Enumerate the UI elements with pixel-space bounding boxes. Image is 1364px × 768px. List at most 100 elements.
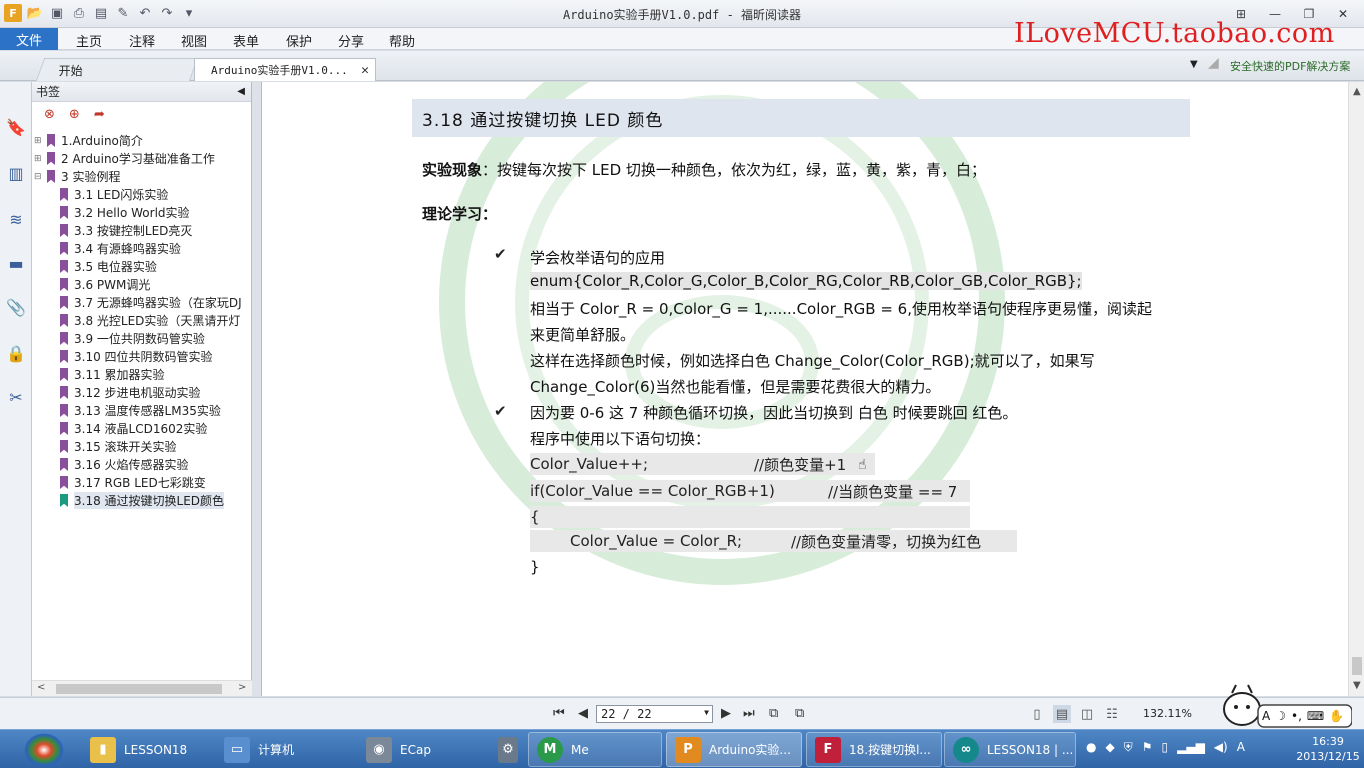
bookmark-item[interactable]: 3.9 一位共阴数码管实验 <box>60 330 250 347</box>
menu-view[interactable]: 视图 <box>181 31 207 50</box>
ime-mode-icon[interactable]: A <box>1262 709 1270 723</box>
checkmark-icon: ✔ <box>494 245 507 263</box>
ime-tools-icon[interactable]: ✋ <box>1329 709 1344 723</box>
bookmark-item[interactable]: ⊞ 2 Arduino学习基础准备工作 <box>34 150 250 167</box>
scroll-left-icon[interactable]: < <box>37 682 45 693</box>
clock[interactable]: 16:39 2013/12/15 <box>1296 734 1360 764</box>
menu-file[interactable]: 文件 <box>0 28 58 50</box>
taskbar: ▮ LESSON18 ▭ 计算机 ◉ ECap ⚙ M Me P Arduino… <box>0 729 1364 768</box>
language-icon[interactable]: A <box>1237 740 1245 755</box>
ime-moon-icon[interactable]: ☽ <box>1275 709 1286 723</box>
menu-home[interactable]: 主页 <box>76 31 102 50</box>
bookmark-item[interactable]: 3.6 PWM调光 <box>60 276 250 293</box>
continuous-view-icon[interactable]: ▤ <box>1053 705 1071 723</box>
previous-page-icon[interactable]: ◀ <box>578 706 588 721</box>
comments-icon[interactable]: ▬ <box>5 252 27 274</box>
taskbar-item-computer[interactable]: ▭ 计算机 <box>216 732 346 767</box>
qq-icon[interactable]: ● <box>1086 740 1096 755</box>
bookmark-flag-icon <box>60 404 68 417</box>
scrollbar-thumb[interactable] <box>56 684 222 694</box>
bookmarks-horizontal-scrollbar[interactable]: < > <box>32 680 252 696</box>
page-number-input[interactable]: 22 / 22 ▼ <box>596 705 713 723</box>
single-page-view-icon[interactable]: ▯ <box>1028 705 1046 723</box>
security-icon[interactable]: ◆ <box>1105 740 1114 755</box>
taskbar-item-pdf[interactable]: P Arduino实验... <box>666 732 802 767</box>
bookmark-item[interactable]: 3.18 通过按键切换LED颜色 <box>60 492 250 509</box>
tab-start[interactable]: 开始 <box>35 58 199 81</box>
flag-icon[interactable]: ⚑ <box>1142 740 1153 755</box>
bookmark-item[interactable]: 3.13 温度传感器LM35实验 <box>60 402 250 419</box>
shield-tray-icon[interactable]: ⛨ <box>1124 740 1133 755</box>
facing-view-icon[interactable]: ◫ <box>1078 705 1096 723</box>
goto-bookmark-icon[interactable]: ➦ <box>94 107 105 122</box>
bookmark-item[interactable]: 3.3 按键控制LED亮灭 <box>60 222 250 239</box>
taskbar-item-ecap[interactable]: ◉ ECap <box>358 732 488 767</box>
collapse-panel-icon[interactable]: ◀ <box>237 86 245 97</box>
tab-document[interactable]: Arduino实验手册V1.0... ✕ <box>194 58 376 81</box>
bookmark-item[interactable]: 3.4 有源蜂鸣器实验 <box>60 240 250 257</box>
document-vertical-scrollbar[interactable]: ▲ ▼ <box>1348 82 1364 696</box>
expand-icon[interactable]: ⊞ <box>34 136 43 146</box>
bookmark-item[interactable]: 3.11 累加器实验 <box>60 366 250 383</box>
taskbar-item-tool[interactable]: ⚙ <box>490 732 526 767</box>
scrollbar-thumb[interactable] <box>1352 657 1362 675</box>
bookmark-panel-icon[interactable]: 🔖 <box>5 116 27 138</box>
scroll-right-icon[interactable]: > <box>238 682 246 693</box>
taskbar-label: Arduino实验... <box>709 743 791 757</box>
taskbar-item-folder[interactable]: ▮ LESSON18 <box>82 732 212 767</box>
menu-comment[interactable]: 注释 <box>129 31 155 50</box>
volume-icon[interactable]: ◀) <box>1214 740 1228 755</box>
bookmark-item[interactable]: 3.12 步进电机驱动实验 <box>60 384 250 401</box>
tools-icon[interactable]: ✂ <box>5 386 27 408</box>
taskbar-item-doc[interactable]: F 18.按键切换l... <box>806 732 942 767</box>
first-page-icon[interactable]: ⏮ <box>553 706 565 721</box>
bookmark-item[interactable]: 3.16 火焰传感器实验 <box>60 456 250 473</box>
ime-keyboard-icon[interactable]: ⌨ <box>1307 709 1324 723</box>
scroll-down-icon[interactable]: ▼ <box>1353 680 1361 691</box>
add-bookmark-icon[interactable]: ⊕ <box>69 107 80 122</box>
previous-view-icon[interactable]: ⧉ <box>769 706 778 721</box>
bookmark-item[interactable]: 3.2 Hello World实验 <box>60 204 250 221</box>
bookmark-item[interactable]: 3.10 四位共阴数码管实验 <box>60 348 250 365</box>
next-view-icon[interactable]: ⧉ <box>795 706 804 721</box>
start-button[interactable] <box>24 733 64 767</box>
layers-icon[interactable]: ≋ <box>5 208 27 230</box>
next-page-icon[interactable]: ▶ <box>721 706 731 721</box>
page-dropdown-icon[interactable]: ▼ <box>704 708 709 717</box>
page-thumbnails-icon[interactable]: ▥ <box>5 162 27 184</box>
last-page-icon[interactable]: ⏭ <box>743 706 755 721</box>
bookmark-item[interactable]: 3.1 LED闪烁实验 <box>60 186 250 203</box>
bookmark-item[interactable]: 3.17 RGB LED七彩跳变 <box>60 474 250 491</box>
menu-form[interactable]: 表单 <box>233 31 259 50</box>
document-view[interactable]: 3.18 通过按键切换 LED 颜色 实验现象：按键每次按下 LED 切换一种颜… <box>262 82 1348 696</box>
bookmark-item[interactable]: 3.7 无源蜂鸣器实验（在家玩DJ <box>60 294 250 311</box>
device-icon[interactable]: ▯ <box>1162 740 1169 755</box>
taskbar-item-arduino[interactable]: ∞ LESSON18 | ... <box>944 732 1076 767</box>
bookmark-item[interactable]: 3.14 液晶LCD1602实验 <box>60 420 250 437</box>
bookmark-item[interactable]: 3.8 光控LED实验（天黑请开灯 <box>60 312 250 329</box>
bookmark-item[interactable]: ⊟ 3 实验例程 <box>34 168 250 185</box>
menu-help[interactable]: 帮助 <box>389 31 415 50</box>
pdf-icon: P <box>675 736 701 763</box>
panel-splitter[interactable] <box>252 82 262 696</box>
continuous-facing-view-icon[interactable]: ☷ <box>1103 705 1121 723</box>
tab-list-dropdown-icon[interactable]: ▼ <box>1190 59 1198 70</box>
menu-protect[interactable]: 保护 <box>286 31 312 50</box>
menu-share[interactable]: 分享 <box>338 31 364 50</box>
bookmark-item[interactable]: 3.15 滚珠开关实验 <box>60 438 250 455</box>
expand-icon[interactable]: ⊞ <box>34 154 43 164</box>
zoom-level[interactable]: 132.11% <box>1143 707 1192 720</box>
bookmark-item[interactable]: ⊞ 1.Arduino简介 <box>34 132 250 149</box>
delete-bookmark-icon[interactable]: ⊗ <box>44 107 55 122</box>
ime-punct-icon[interactable]: •, <box>1291 709 1302 723</box>
collapse-icon[interactable]: ⊟ <box>34 172 43 182</box>
scroll-up-icon[interactable]: ▲ <box>1353 86 1361 97</box>
signal-icon[interactable]: ▂▄▆ <box>1177 740 1205 755</box>
code-line: { <box>530 506 970 528</box>
attachments-icon[interactable]: 📎 <box>5 296 27 318</box>
security-lock-icon[interactable]: 🔒 <box>5 342 27 364</box>
taskbar-item-me[interactable]: M Me <box>528 732 662 767</box>
bookmark-item[interactable]: 3.5 电位器实验 <box>60 258 250 275</box>
bookmark-label: 3.2 Hello World实验 <box>74 206 190 220</box>
tab-close-icon[interactable]: ✕ <box>361 63 369 78</box>
